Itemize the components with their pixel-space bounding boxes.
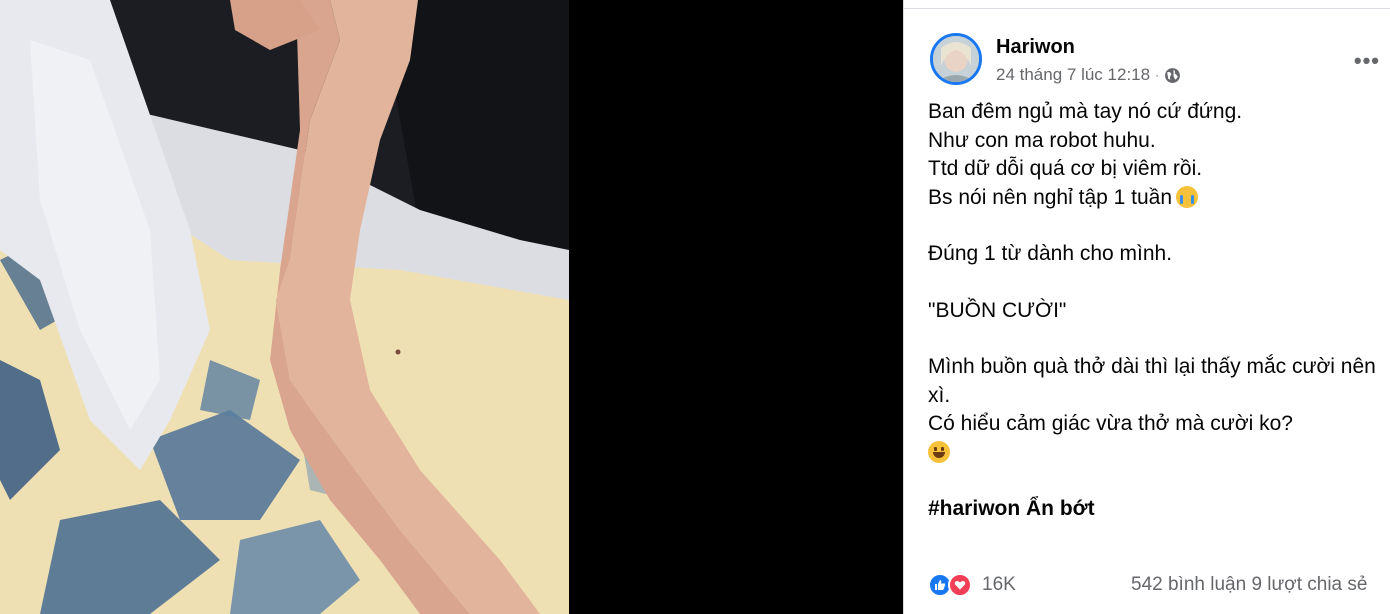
grinning-emoji-icon xyxy=(928,440,950,463)
post-line-5: Đúng 1 từ dành cho mình. xyxy=(928,242,1173,265)
post-line-4: Bs nói nên nghỉ tập 1 tuần xyxy=(928,184,1388,213)
reaction-count: 16K xyxy=(982,574,1016,595)
post-line-6: "BUỒN CƯỜI" xyxy=(928,298,1067,322)
post-body: Ban đêm ngủ mà tay nó cứ đứng. Như con m… xyxy=(928,98,1388,524)
post-meta: 24 tháng 7 lúc 12:18 · xyxy=(996,65,1181,85)
post-line-7: Mình buồn quà thở dài thì lại thấy mắc c… xyxy=(928,355,1376,407)
post-photo[interactable] xyxy=(0,0,569,614)
hashtag-see-less[interactable]: #hariwon Ẩn bớt xyxy=(928,495,1388,524)
post-timestamp[interactable]: 24 tháng 7 lúc 12:18 xyxy=(996,65,1150,85)
photo-viewer xyxy=(0,0,903,614)
engagement-stats: 542 bình luận 9 lượt chia sẻ xyxy=(1131,574,1367,596)
more-options-icon[interactable]: ••• xyxy=(1354,48,1380,74)
post-line-1: Ban đêm ngủ mà tay nó cứ đứng. xyxy=(928,100,1243,123)
post-line-2: Như con ma robot huhu. xyxy=(928,128,1156,152)
avatar-image xyxy=(933,36,979,82)
meta-separator: · xyxy=(1155,68,1160,82)
panel-divider xyxy=(904,8,1390,9)
crying-emoji-icon xyxy=(1176,185,1199,208)
author-avatar[interactable] xyxy=(930,33,982,85)
post-line-4-text: Bs nói nên nghỉ tập 1 tuần xyxy=(928,185,1173,209)
post-stats: 16K 542 bình luận 9 lượt chia sẻ xyxy=(928,569,1390,601)
post-panel: Hariwon 24 tháng 7 lúc 12:18 · ••• Ban đ… xyxy=(903,0,1390,614)
post-line-9 xyxy=(928,439,1388,468)
post-line-8: Có hiểu cảm giác vừa thở mà cười ko? xyxy=(928,412,1293,435)
photo-image xyxy=(0,0,569,614)
comments-count[interactable]: 542 bình luận xyxy=(1131,574,1246,595)
author-name[interactable]: Hariwon xyxy=(996,36,1075,59)
reactions-summary[interactable]: 16K xyxy=(928,573,1016,597)
post-line-3: Ttd dữ dỗi quá cơ bị viêm rồi. xyxy=(928,157,1203,180)
shares-count[interactable]: 9 lượt chia sẻ xyxy=(1251,574,1367,595)
globe-icon[interactable] xyxy=(1164,67,1181,84)
love-icon xyxy=(948,573,972,597)
